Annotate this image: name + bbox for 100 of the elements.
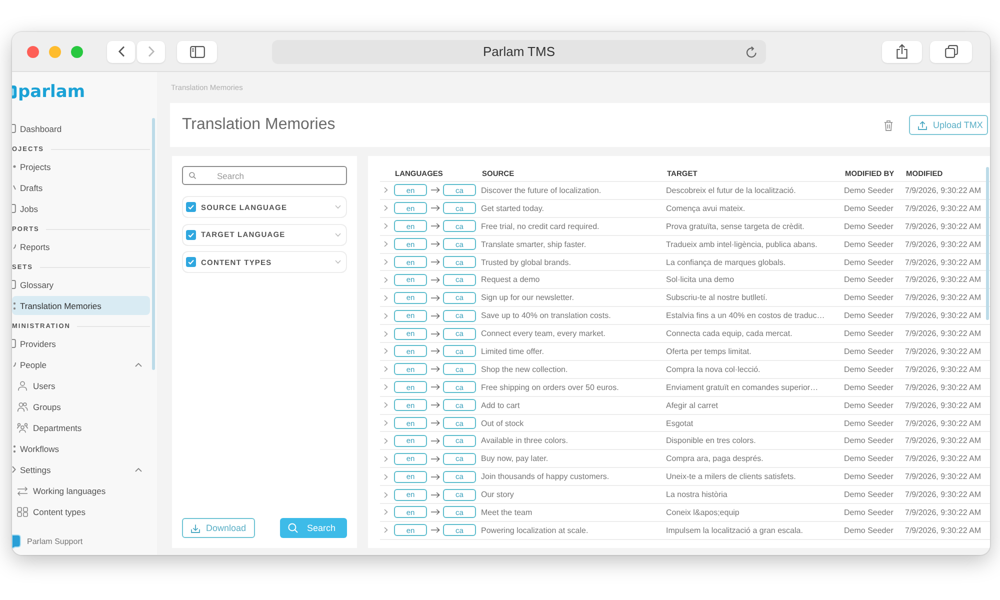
chevron-right-icon[interactable] xyxy=(384,223,388,230)
search-icon xyxy=(189,172,196,179)
chevron-down-icon xyxy=(335,260,341,264)
table-cell: Our story xyxy=(481,490,514,500)
chevron-right-icon[interactable] xyxy=(384,527,388,534)
chevron-right-icon[interactable] xyxy=(384,312,388,319)
table-cell: 7/9/2026, 9:30:22 AM xyxy=(905,186,982,195)
arrow-right-icon xyxy=(430,492,440,498)
chevron-right-icon[interactable] xyxy=(384,509,388,516)
team-icon xyxy=(17,422,28,432)
arrow-right-icon xyxy=(430,438,440,444)
table-cell: Demo Seeder xyxy=(844,258,894,266)
table-cell: 7/9/2026, 9:30:22 AM xyxy=(905,526,982,535)
scrollbar-thumb[interactable] xyxy=(152,118,155,370)
table-cell: Demo Seeder xyxy=(844,275,894,284)
table-cell: 7/9/2026, 9:30:22 AM xyxy=(905,382,982,392)
sidebar-item[interactable]: Workflows xyxy=(12,439,150,458)
arrow-right-icon xyxy=(430,330,440,337)
support-link[interactable]: Parlam Support xyxy=(12,533,83,549)
sidebar-item[interactable]: Glossary xyxy=(12,275,150,294)
sidebar-item[interactable]: Content types xyxy=(12,502,150,521)
arrow-right-icon xyxy=(430,474,440,480)
chevron-right-icon[interactable] xyxy=(384,420,388,426)
sidebar-toggle-button[interactable] xyxy=(177,40,217,62)
chevron-right-icon[interactable] xyxy=(384,205,388,212)
chevron-right-icon[interactable] xyxy=(384,384,388,390)
sidebar-icon xyxy=(190,46,204,58)
sidebar-item[interactable]: Users xyxy=(12,376,150,395)
chevron-down-icon xyxy=(335,205,341,209)
table-cell: Sol·licita una demo xyxy=(666,275,734,284)
sidebar-item[interactable]: Translation Memories xyxy=(12,296,150,315)
table-cell: Translate smarter, ship faster. xyxy=(481,240,586,249)
sidebar-item[interactable]: Departments xyxy=(12,418,150,437)
scrollbar-thumb[interactable] xyxy=(986,167,989,320)
tabs-button[interactable] xyxy=(930,40,972,62)
sidebar-item[interactable]: Working languages xyxy=(12,481,150,500)
checkbox[interactable] xyxy=(186,257,196,267)
chevron-right-icon[interactable] xyxy=(384,330,388,337)
table-cell: Demo Seeder xyxy=(844,454,894,464)
table-cell: 7/9/2026, 9:30:22 AM xyxy=(905,258,982,266)
table-cell: 7/9/2026, 9:30:22 AM xyxy=(905,418,982,428)
sidebar-item[interactable]: Projects xyxy=(12,157,150,176)
sidebar-item[interactable]: Settings xyxy=(12,460,150,479)
sidebar-item[interactable]: Drafts xyxy=(12,178,150,197)
checkbox[interactable] xyxy=(186,230,196,240)
sidebar-item[interactable]: Reports xyxy=(12,237,150,256)
search-field[interactable]: Search xyxy=(182,166,347,185)
table-cell: 7/9/2026, 9:30:22 AM xyxy=(905,508,982,517)
arrow-right-icon xyxy=(430,223,440,230)
close-button[interactable] xyxy=(27,46,39,58)
chevron-right-icon[interactable] xyxy=(384,438,388,444)
caret-icon[interactable] xyxy=(135,468,142,472)
table-cell: Oferta per temps limitat. xyxy=(666,346,752,356)
partial-icon xyxy=(12,466,16,473)
delete-button[interactable] xyxy=(884,120,893,130)
chevron-right-icon[interactable] xyxy=(384,187,388,194)
zoom-button[interactable] xyxy=(71,46,83,58)
table-cell: Compra la nova col·lecció. xyxy=(666,364,760,374)
table-cell: Descobreix el futur de la localització. xyxy=(666,186,796,195)
table-cell: 7/9/2026, 9:30:22 AM xyxy=(905,275,982,284)
back-button[interactable] xyxy=(107,40,135,62)
table-cell: 7/9/2026, 9:30:22 AM xyxy=(905,364,982,374)
chevron-right-icon xyxy=(148,46,154,57)
chevron-right-icon[interactable] xyxy=(384,402,388,408)
checkbox[interactable] xyxy=(186,202,196,212)
sidebar-item[interactable]: People xyxy=(12,355,150,374)
table-cell: Powering localization at scale. xyxy=(481,526,588,535)
arrow-right-icon xyxy=(430,294,440,301)
table-cell: La confiança de marques globals. xyxy=(666,258,786,266)
chevron-right-icon[interactable] xyxy=(384,276,388,283)
partial-icon xyxy=(13,444,16,452)
address-bar[interactable]: Parlam TMS xyxy=(272,40,766,64)
caret-icon[interactable] xyxy=(135,362,142,366)
chevron-right-icon[interactable] xyxy=(384,492,388,498)
table-cell: Limited time offer. xyxy=(481,346,544,356)
table-cell: 7/9/2026, 9:30:22 AM xyxy=(905,293,982,302)
arrow-right-icon xyxy=(430,205,440,212)
chevron-right-icon[interactable] xyxy=(384,366,388,372)
chevron-right-icon[interactable] xyxy=(384,456,388,462)
table-cell: Meet the team xyxy=(481,508,532,517)
sidebar-item[interactable]: Providers xyxy=(12,334,150,353)
minimize-button[interactable] xyxy=(49,46,61,58)
chevron-right-icon[interactable] xyxy=(384,348,388,354)
chevron-right-icon[interactable] xyxy=(384,241,388,248)
chevron-right-icon[interactable] xyxy=(384,259,388,265)
reload-icon[interactable] xyxy=(746,46,757,58)
share-button[interactable] xyxy=(882,40,922,62)
table-cell: Sign up for our newsletter. xyxy=(481,293,574,302)
table-cell: Prova gratuïta, sense targeta de crèdit. xyxy=(666,222,804,231)
partial-icon xyxy=(12,280,16,289)
table-cell: Demo Seeder xyxy=(844,186,894,195)
sidebar-item[interactable]: Groups xyxy=(12,397,150,416)
table-cell: Add to cart xyxy=(481,400,520,410)
chevron-right-icon[interactable] xyxy=(384,474,388,480)
sidebar-item[interactable]: Jobs xyxy=(12,199,150,218)
partial-icon xyxy=(13,185,16,190)
chevron-right-icon[interactable] xyxy=(384,294,388,301)
sidebar-item[interactable]: Dashboard xyxy=(12,119,150,138)
table-cell: Demo Seeder xyxy=(844,508,894,517)
share-icon xyxy=(896,44,908,59)
